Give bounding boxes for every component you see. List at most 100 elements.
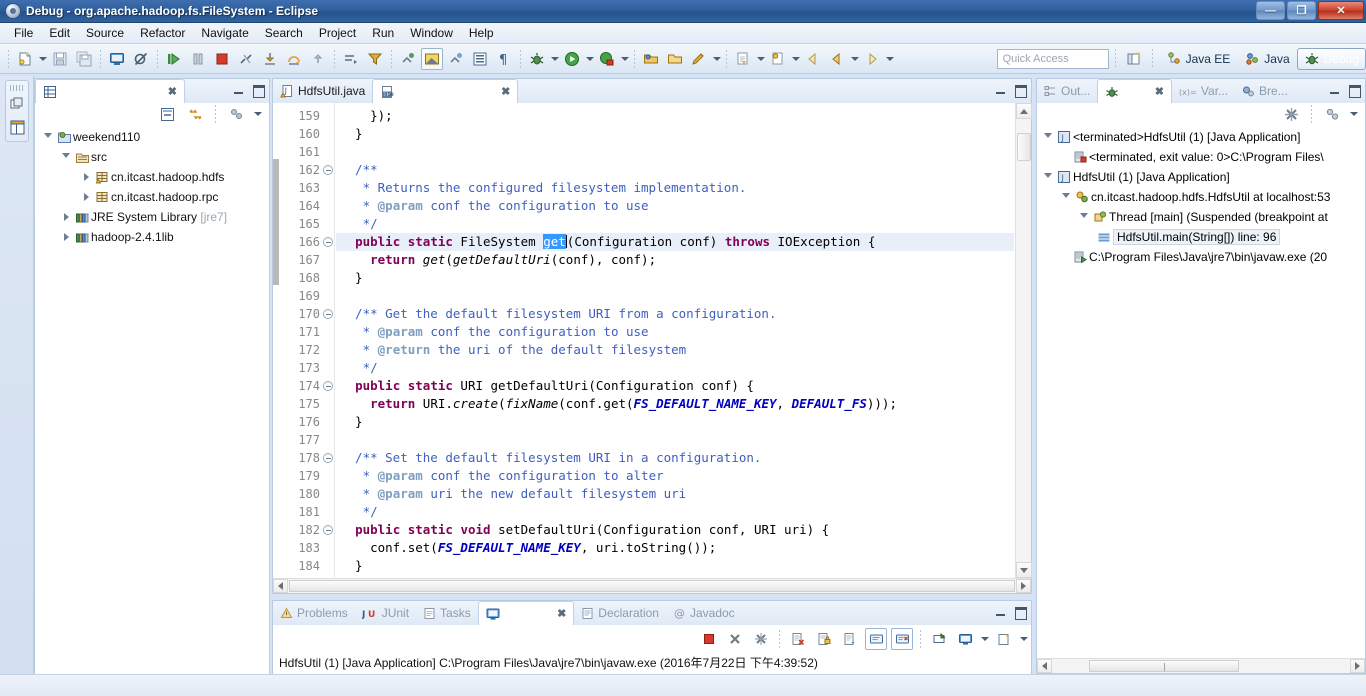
minimize-view-button[interactable] bbox=[232, 83, 246, 97]
editor-body[interactable]: 159 160 161 162 163 164 165 166 167 168 169 170 171 1… bbox=[273, 103, 1032, 593]
step-over-icon[interactable] bbox=[283, 48, 305, 70]
tree-item-weekend110[interactable]: weekend110 bbox=[35, 127, 269, 147]
minimize-view-button[interactable] bbox=[994, 605, 1008, 619]
perspective-java[interactable]: Java bbox=[1237, 48, 1296, 70]
new-java-console-icon[interactable] bbox=[106, 48, 128, 70]
code-line[interactable]: * Returns the configured filesystem impl… bbox=[336, 179, 1014, 197]
forward-back-icon[interactable] bbox=[826, 48, 848, 70]
code-line[interactable] bbox=[336, 287, 1014, 305]
restore-button[interactable]: ❐ bbox=[1287, 1, 1316, 20]
chevron-down-icon[interactable] bbox=[1077, 212, 1091, 222]
use-step-filters-icon[interactable] bbox=[364, 48, 386, 70]
search-icon[interactable] bbox=[732, 48, 754, 70]
toggle-block-selection-icon[interactable] bbox=[469, 48, 491, 70]
package-explorer-shortcut-icon[interactable] bbox=[6, 116, 28, 138]
terminate-icon[interactable] bbox=[211, 48, 233, 70]
drop-to-frame-icon[interactable] bbox=[340, 48, 362, 70]
debug-node-terminated-launch[interactable]: J <terminated>HdfsUtil (1) [Java Applica… bbox=[1037, 127, 1365, 147]
coverage-dropdown-icon[interactable] bbox=[619, 49, 630, 69]
tab-tasks[interactable]: Tasks bbox=[416, 601, 478, 625]
focus-on-active-task-icon[interactable] bbox=[225, 103, 247, 125]
debug-node-launch[interactable]: J HdfsUtil (1) [Java Application] bbox=[1037, 167, 1365, 187]
minimize-button[interactable]: — bbox=[1256, 1, 1285, 20]
pin-console-icon[interactable] bbox=[928, 628, 950, 650]
scroll-up-arrow-icon[interactable] bbox=[1016, 103, 1032, 119]
display-dropdown-icon[interactable] bbox=[979, 629, 990, 649]
code-line[interactable]: } bbox=[336, 557, 1014, 575]
close-icon[interactable]: ✖ bbox=[1155, 85, 1164, 98]
tree-item-jre-system-library[interactable]: JRE System Library [jre7] bbox=[35, 207, 269, 227]
suspend-icon[interactable] bbox=[187, 48, 209, 70]
minimize-view-button[interactable] bbox=[1328, 83, 1342, 97]
tab-problems[interactable]: Problems bbox=[273, 601, 355, 625]
close-button[interactable]: ✕ bbox=[1318, 1, 1364, 20]
chevron-right-icon[interactable] bbox=[59, 233, 73, 241]
terminate-icon[interactable] bbox=[698, 628, 720, 650]
debug-node-stack-frame[interactable]: HdfsUtil.main(String[]) line: 96 bbox=[1037, 227, 1365, 247]
restore-perspective-icon[interactable] bbox=[6, 93, 28, 115]
tab-variables[interactable]: (x)= Var... bbox=[1172, 79, 1235, 103]
collapse-all-icon[interactable] bbox=[156, 103, 178, 125]
maximize-view-button[interactable] bbox=[1013, 605, 1027, 620]
scroll-left-arrow-icon[interactable] bbox=[1037, 659, 1052, 673]
resume-icon[interactable] bbox=[163, 48, 185, 70]
code-line[interactable]: */ bbox=[336, 215, 1014, 233]
view-menu-icon[interactable] bbox=[1348, 104, 1359, 124]
step-into-icon[interactable] bbox=[259, 48, 281, 70]
debug-node-process[interactable]: C:\Program Files\Java\jre7\bin\javaw.exe… bbox=[1037, 247, 1365, 267]
quick-access-input[interactable]: Quick Access bbox=[996, 48, 1109, 69]
menu-search[interactable]: Search bbox=[257, 24, 311, 42]
debug-dropdown-icon[interactable] bbox=[549, 49, 560, 69]
perspective-debug[interactable]: Debug bbox=[1296, 47, 1366, 70]
menu-window[interactable]: Window bbox=[402, 24, 461, 42]
scroll-lock-icon[interactable] bbox=[813, 628, 835, 650]
open-resource-dropdown-icon[interactable] bbox=[790, 49, 801, 69]
link-with-editor-icon[interactable] bbox=[184, 103, 206, 125]
scroll-right-arrow-icon[interactable] bbox=[1016, 579, 1031, 593]
editor-vertical-scrollbar[interactable] bbox=[1015, 103, 1032, 578]
edit-task-dropdown-icon[interactable] bbox=[711, 49, 722, 69]
tree-item-cn-itcast-hadoop-rpc[interactable]: cn.itcast.hadoop.rpc bbox=[35, 187, 269, 207]
open-console-dropdown-icon[interactable] bbox=[1018, 629, 1029, 649]
scroll-down-arrow-icon[interactable] bbox=[1016, 562, 1032, 578]
tab-hdfsutil-java[interactable]: J HdfsUtil.java bbox=[273, 79, 372, 103]
code-line[interactable] bbox=[336, 431, 1014, 449]
code-line[interactable]: */ bbox=[336, 503, 1014, 521]
editor-horizontal-scrollbar[interactable] bbox=[273, 578, 1031, 593]
open-resource-icon[interactable] bbox=[767, 48, 789, 70]
remove-all-terminated-icon[interactable] bbox=[750, 628, 772, 650]
code-line[interactable]: * @param conf the configuration to use bbox=[336, 197, 1014, 215]
view-layout-icon[interactable] bbox=[1321, 103, 1343, 125]
display-selected-console-icon[interactable] bbox=[954, 628, 976, 650]
code-line[interactable]: } bbox=[336, 125, 1014, 143]
tab-console[interactable]: Console ✖ bbox=[477, 601, 575, 625]
code-line[interactable]: public static FileSystem get(Configurati… bbox=[336, 233, 1014, 251]
tree-item-cn-itcast-hadoop-hdfs[interactable]: cn.itcast.hadoop.hdfs bbox=[35, 167, 269, 187]
next-annotation-icon[interactable] bbox=[397, 48, 419, 70]
chevron-right-icon[interactable] bbox=[79, 193, 93, 201]
maximize-editor-button[interactable] bbox=[1013, 83, 1027, 98]
code-line[interactable]: */ bbox=[336, 359, 1014, 377]
debug-node-thread[interactable]: Thread [main] (Suspended (breakpoint at bbox=[1037, 207, 1365, 227]
horizontal-scroll-thumb[interactable] bbox=[289, 580, 1015, 592]
horizontal-scroll-thumb[interactable] bbox=[1089, 660, 1239, 672]
save-all-icon[interactable] bbox=[73, 48, 95, 70]
tab-breakpoints[interactable]: Bre... bbox=[1235, 79, 1295, 103]
fold-toggle-icon[interactable] bbox=[323, 309, 333, 319]
tab-filesystem-class[interactable]: 010 FileSystem.class ✖ bbox=[372, 79, 519, 103]
new-wizard-icon[interactable] bbox=[14, 48, 36, 70]
code-line[interactable]: /** Get the default filesystem URI from … bbox=[336, 305, 1014, 323]
code-line[interactable]: /** bbox=[336, 161, 1014, 179]
fold-toggle-icon[interactable] bbox=[323, 381, 333, 391]
menu-source[interactable]: Source bbox=[78, 24, 132, 42]
code-line[interactable]: * @param uri the new default filesystem … bbox=[336, 485, 1014, 503]
source-code[interactable]: }); } /** * Returns the configured files… bbox=[336, 103, 1014, 578]
chevron-down-icon[interactable] bbox=[1059, 192, 1073, 202]
perspective-java-ee[interactable]: Java EE bbox=[1159, 48, 1238, 70]
scroll-left-arrow-icon[interactable] bbox=[273, 579, 288, 593]
fold-toggle-icon[interactable] bbox=[323, 237, 333, 247]
remove-launch-icon[interactable] bbox=[724, 628, 746, 650]
code-line[interactable]: return URI.create(fixName(conf.get(FS_DE… bbox=[336, 395, 1014, 413]
code-line[interactable]: return get(getDefaultUri(conf), conf); bbox=[336, 251, 1014, 269]
vertical-scroll-thumb[interactable] bbox=[1017, 133, 1031, 161]
